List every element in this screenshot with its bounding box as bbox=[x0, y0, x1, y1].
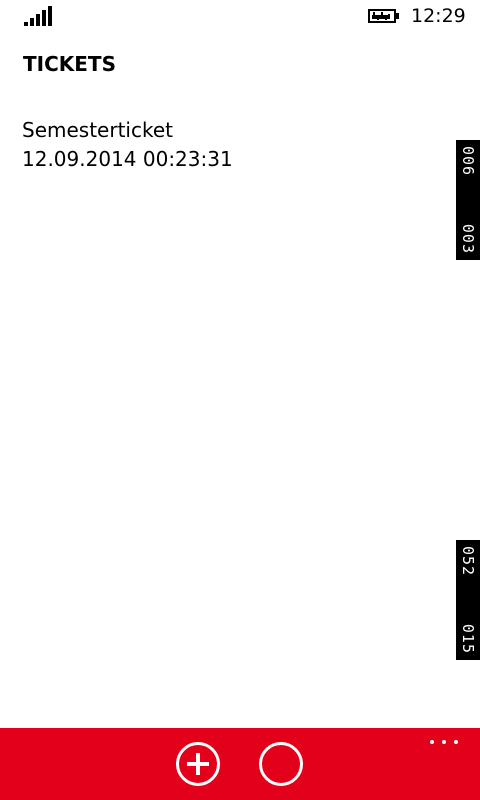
side-tab-upper-second: 003 bbox=[459, 223, 477, 254]
ticket-name: Semesterticket bbox=[22, 118, 173, 142]
side-tab-lower-first: 052 bbox=[459, 546, 477, 577]
side-tab-upper-first: 006 bbox=[459, 146, 477, 177]
signal-strength-icon bbox=[24, 6, 52, 26]
ticket-date: 12.09.2014 00:23:31 bbox=[22, 147, 233, 171]
side-tab-lower-second: 015 bbox=[459, 623, 477, 654]
side-tab-upper-text: 006 003 bbox=[456, 140, 480, 260]
add-icon-vertical bbox=[196, 753, 200, 775]
circle-button[interactable] bbox=[259, 742, 303, 786]
screen: 12:29 TICKETS Semesterticket 12.09.2014 … bbox=[0, 0, 480, 800]
more-dots-icon bbox=[430, 740, 434, 744]
ticket-list-item[interactable]: Semesterticket 12.09.2014 00:23:31 bbox=[22, 116, 422, 174]
more-dots-icon bbox=[454, 740, 458, 744]
app-bar bbox=[0, 728, 480, 800]
page-title: TICKETS bbox=[23, 52, 116, 76]
side-tab-lower-text: 052 015 bbox=[456, 540, 480, 660]
side-tab-lower[interactable]: 052 015 bbox=[456, 540, 480, 660]
side-tab-upper[interactable]: 006 003 bbox=[456, 140, 480, 260]
add-button[interactable] bbox=[176, 742, 220, 786]
status-time: 12:29 bbox=[411, 5, 466, 27]
more-dots-icon bbox=[442, 740, 446, 744]
more-options-button[interactable] bbox=[428, 732, 460, 752]
status-bar: 12:29 bbox=[0, 0, 480, 32]
battery-charging-icon bbox=[368, 9, 399, 23]
